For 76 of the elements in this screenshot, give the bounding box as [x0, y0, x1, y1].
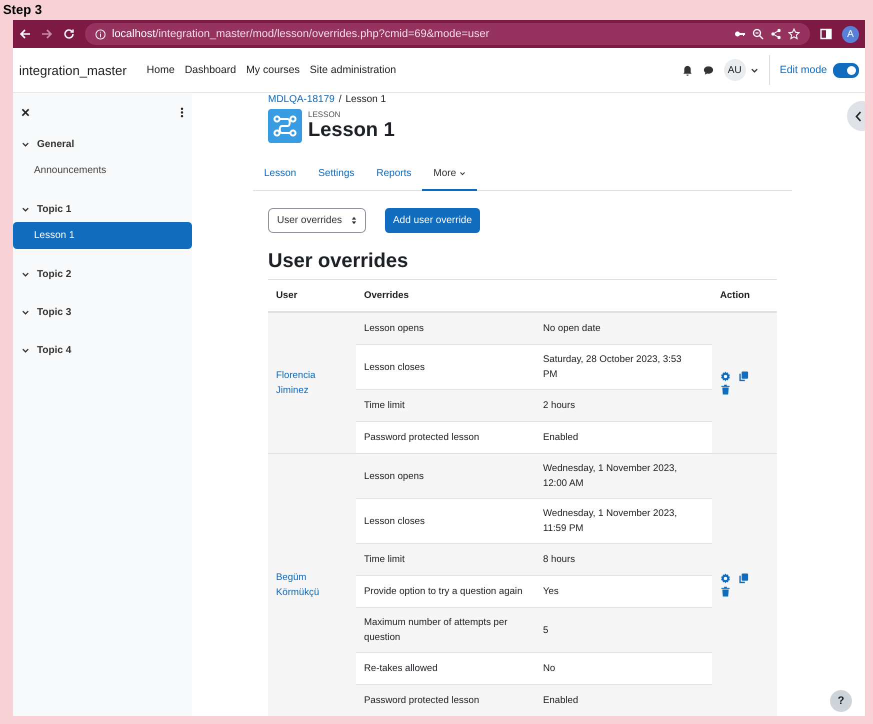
close-icon[interactable]	[21, 108, 30, 116]
nav-link[interactable]: Dashboard	[184, 64, 236, 76]
setting-name: Lesson closes	[356, 344, 535, 390]
chat-icon[interactable]	[702, 64, 714, 76]
user-avatar[interactable]: AU	[724, 59, 746, 81]
updown-arrows-icon[interactable]	[351, 216, 357, 225]
setting-name: Provide option to try a question again	[356, 576, 535, 608]
lesson-icon	[268, 109, 302, 143]
breadcrumb-separator: /	[338, 94, 342, 107]
activity-type: LESSON	[308, 110, 342, 119]
chevron-icon[interactable]	[21, 270, 30, 278]
section-title[interactable]: General	[37, 138, 74, 150]
add-override-button[interactable]: Add user override	[385, 208, 480, 233]
overrides-select[interactable]: User overrides	[268, 208, 366, 233]
help-button[interactable]: ?	[830, 690, 852, 712]
star-icon[interactable]	[788, 28, 800, 40]
setting-name: Re-takes allowed	[356, 652, 535, 684]
reload-icon[interactable]	[63, 28, 75, 40]
chevron-left-icon[interactable]	[855, 110, 862, 122]
breadcrumb-current: Lesson 1	[345, 94, 386, 107]
section-title[interactable]: Topic 2	[37, 268, 72, 280]
setting-value: No	[535, 652, 712, 684]
edit-mode-label: Edit mode	[780, 64, 827, 76]
forward-icon[interactable]	[41, 28, 53, 40]
copy-icon[interactable]	[738, 573, 749, 584]
chevron-icon[interactable]	[750, 66, 759, 74]
setting-name: Lesson closes	[356, 498, 535, 544]
share-icon[interactable]	[770, 28, 782, 40]
setting-value: Wednesday, 1 November 2023, 11:59 PM	[535, 498, 712, 544]
edit-mode-toggle[interactable]	[833, 62, 859, 78]
caret-icon[interactable]	[459, 170, 466, 176]
section-title[interactable]: Topic 4	[37, 344, 72, 356]
settings-icon[interactable]	[720, 371, 731, 382]
section-title[interactable]: Topic 3	[37, 306, 72, 318]
section-heading: User overrides	[268, 250, 410, 273]
setting-name: Password protected lesson	[356, 422, 535, 453]
profile-avatar[interactable]: A	[842, 26, 859, 42]
chevron-icon[interactable]	[21, 346, 30, 354]
course-index-item[interactable]: Announcements	[13, 157, 192, 184]
nav-link[interactable]: Home	[146, 64, 175, 76]
chevron-icon[interactable]	[21, 204, 30, 214]
setting-value: Enabled	[535, 422, 712, 453]
setting-name: Lesson opens	[356, 313, 535, 344]
setting-value: Saturday, 28 October 2023, 3:53 PM	[535, 344, 712, 390]
user-link[interactable]: Begüm Körmükçü	[276, 570, 348, 600]
setting-name: Password protected lesson	[356, 684, 535, 716]
step-label: Step 3	[2, 1, 44, 19]
setting-value: Yes	[535, 576, 712, 608]
side-panel-icon[interactable]	[820, 28, 832, 40]
chevron-icon[interactable]	[21, 140, 30, 148]
nav-tab[interactable]: Settings	[307, 157, 366, 191]
nav-link[interactable]: My courses	[246, 64, 300, 76]
setting-value: No open date	[535, 313, 712, 344]
delete-icon[interactable]	[720, 384, 731, 395]
settings-icon[interactable]	[720, 573, 731, 584]
site-name[interactable]: integration_master	[19, 62, 127, 78]
info-icon[interactable]	[95, 28, 106, 40]
nav-tab[interactable]: More	[422, 157, 478, 191]
address-bar[interactable]: localhost/integration_master/mod/lesson/overrides.php?cmid=69&mode=user	[85, 23, 810, 45]
section-title[interactable]: Topic 1	[37, 204, 72, 214]
bell-icon[interactable]	[682, 64, 693, 76]
chevron-icon[interactable]	[21, 308, 30, 316]
setting-name: Lesson opens	[356, 454, 535, 498]
page-title: Lesson 1	[308, 119, 395, 142]
user-link[interactable]: Florencia Jiminez	[276, 368, 348, 398]
back-icon[interactable]	[19, 28, 31, 40]
course-index-item[interactable]: Lesson 1	[13, 222, 192, 249]
delete-icon[interactable]	[720, 586, 731, 597]
setting-value: Wednesday, 1 November 2023, 12:00 AM	[535, 454, 712, 498]
nav-link[interactable]: Site administration	[310, 64, 396, 76]
nav-tab[interactable]: Lesson	[253, 157, 308, 191]
zoom-icon[interactable]	[752, 28, 764, 40]
copy-icon[interactable]	[738, 371, 749, 382]
breadcrumb-link[interactable]: MDLQA-18179	[268, 94, 335, 107]
nav-tab[interactable]: Reports	[365, 157, 422, 191]
more-options-icon[interactable]	[180, 106, 184, 118]
